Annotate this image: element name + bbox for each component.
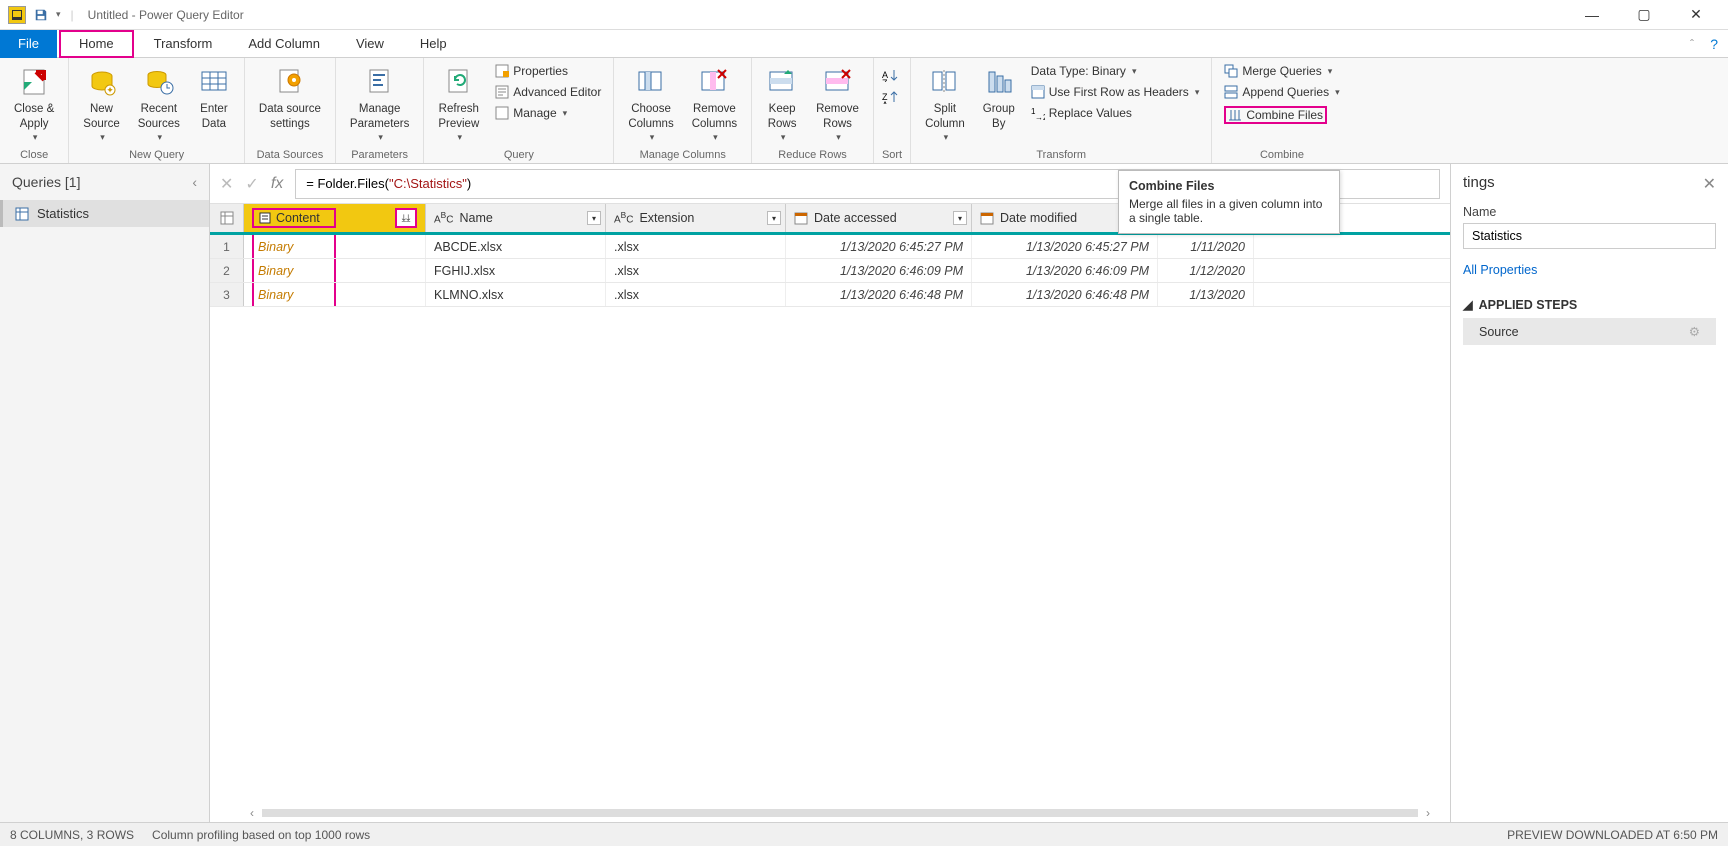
choose-columns-button[interactable]: Choose Columns▾ bbox=[622, 62, 679, 148]
scroll-right-icon[interactable]: › bbox=[1426, 806, 1430, 820]
collapse-ribbon-icon[interactable]: ˆ bbox=[1690, 37, 1694, 51]
combine-files-button[interactable]: Combine Files bbox=[1220, 104, 1343, 126]
datetime-type-icon bbox=[980, 211, 994, 225]
svg-text:Z: Z bbox=[882, 78, 888, 82]
title-bar: ▾ | Untitled - Power Query Editor — ▢ ✕ bbox=[0, 0, 1728, 30]
tab-transform[interactable]: Transform bbox=[136, 30, 231, 58]
properties-button[interactable]: Properties bbox=[491, 62, 605, 80]
query-settings-panel: ✕ tings Name All Properties ◢APPLIED STE… bbox=[1450, 164, 1728, 822]
app-icon bbox=[8, 6, 26, 24]
table-row[interactable]: 1 Binary ABCDE.xlsx .xlsx 1/13/2020 6:45… bbox=[210, 235, 1450, 259]
data-source-settings-button[interactable]: Data source settings bbox=[253, 62, 327, 136]
replace-values-button[interactable]: 1→2Replace Values bbox=[1027, 104, 1204, 122]
queries-header-label: Queries [1] bbox=[12, 174, 80, 190]
tab-view[interactable]: View bbox=[338, 30, 402, 58]
gear-icon[interactable]: ⚙ bbox=[1689, 324, 1700, 339]
remove-rows-button[interactable]: Remove Rows▾ bbox=[810, 62, 865, 148]
tab-home[interactable]: Home bbox=[59, 30, 134, 58]
col-header-content[interactable]: Content ⤓⤓ bbox=[244, 204, 426, 232]
keep-rows-button[interactable]: Keep Rows▾ bbox=[760, 62, 804, 148]
name-label: Name bbox=[1463, 205, 1716, 219]
sort-asc-button[interactable]: AZ bbox=[882, 68, 900, 82]
scroll-left-icon[interactable]: ‹ bbox=[250, 806, 254, 820]
minimize-button[interactable]: — bbox=[1578, 5, 1606, 25]
applied-step-source[interactable]: Source ⚙ bbox=[1463, 318, 1716, 345]
filter-ext-icon[interactable]: ▾ bbox=[767, 211, 781, 225]
ribbon-tabs: File Home Transform Add Column View Help… bbox=[0, 30, 1728, 58]
close-settings-icon[interactable]: ✕ bbox=[1703, 174, 1716, 194]
first-row-headers-button[interactable]: Use First Row as Headers▾ bbox=[1027, 83, 1204, 101]
fx-icon[interactable]: fx bbox=[271, 175, 283, 193]
status-profiling: Column profiling based on top 1000 rows bbox=[152, 828, 370, 842]
status-preview-time: PREVIEW DOWNLOADED AT 6:50 PM bbox=[1507, 828, 1718, 842]
group-by-button[interactable]: Group By bbox=[977, 62, 1021, 136]
data-grid: Content ⤓⤓ ABCName▾ ABCExtension▾ Date a… bbox=[210, 204, 1450, 822]
status-columns-rows: 8 COLUMNS, 3 ROWS bbox=[10, 828, 134, 842]
grid-corner-button[interactable] bbox=[210, 204, 244, 232]
advanced-editor-button[interactable]: Advanced Editor bbox=[491, 83, 605, 101]
qat-dropdown-icon[interactable]: ▾ bbox=[56, 9, 61, 20]
table-row[interactable]: 3 Binary KLMNO.xlsx .xlsx 1/13/2020 6:46… bbox=[210, 283, 1450, 307]
append-queries-button[interactable]: Append Queries▾ bbox=[1220, 83, 1343, 101]
ribbon: Close & Apply▾ Close ✦ New Source▾ Recen… bbox=[0, 58, 1728, 164]
sort-desc-button[interactable]: ZA bbox=[882, 90, 900, 104]
svg-text:→2: →2 bbox=[1035, 113, 1045, 120]
merge-queries-button[interactable]: Merge Queries▾ bbox=[1220, 62, 1343, 80]
col-header-date-accessed[interactable]: Date accessed▾ bbox=[786, 204, 972, 232]
accept-formula-icon[interactable]: ✓ bbox=[245, 174, 258, 194]
enter-data-button[interactable]: Enter Data bbox=[192, 62, 236, 136]
applied-steps-header: ◢APPLIED STEPS bbox=[1463, 297, 1716, 312]
horizontal-scrollbar[interactable]: ‹ › bbox=[250, 804, 1430, 822]
collapse-queries-icon[interactable]: ‹ bbox=[192, 174, 197, 190]
help-icon[interactable]: ? bbox=[1710, 36, 1718, 52]
remove-columns-button[interactable]: Remove Columns▾ bbox=[686, 62, 743, 148]
maximize-button[interactable]: ▢ bbox=[1630, 5, 1658, 25]
window-title: Untitled - Power Query Editor bbox=[88, 8, 244, 22]
col-header-extension[interactable]: ABCExtension▾ bbox=[606, 204, 786, 232]
data-type-button[interactable]: Data Type: Binary▾ bbox=[1027, 62, 1204, 80]
datetime-type-icon bbox=[794, 211, 808, 225]
save-icon[interactable] bbox=[32, 6, 50, 24]
recent-sources-button[interactable]: Recent Sources▾ bbox=[132, 62, 186, 148]
col-header-name[interactable]: ABCName▾ bbox=[426, 204, 606, 232]
all-properties-link[interactable]: All Properties bbox=[1463, 263, 1716, 277]
cancel-formula-icon[interactable]: ✕ bbox=[220, 174, 233, 194]
query-name-input[interactable] bbox=[1463, 223, 1716, 249]
refresh-preview-button[interactable]: Refresh Preview▾ bbox=[432, 62, 485, 148]
split-column-button[interactable]: Split Column▾ bbox=[919, 62, 971, 148]
filter-name-icon[interactable]: ▾ bbox=[587, 211, 601, 225]
close-window-button[interactable]: ✕ bbox=[1682, 5, 1710, 25]
tab-add-column[interactable]: Add Column bbox=[230, 30, 338, 58]
filter-dateacc-icon[interactable]: ▾ bbox=[953, 211, 967, 225]
tab-file[interactable]: File bbox=[0, 30, 57, 58]
close-apply-button[interactable]: Close & Apply▾ bbox=[8, 62, 60, 148]
tooltip-combine-files: Combine Files Merge all files in a given… bbox=[1118, 170, 1340, 234]
manage-parameters-button[interactable]: Manage Parameters▾ bbox=[344, 62, 415, 148]
svg-text:A: A bbox=[882, 100, 888, 104]
binary-type-icon bbox=[258, 211, 272, 225]
table-row[interactable]: 2 Binary FGHIJ.xlsx .xlsx 1/13/2020 6:46… bbox=[210, 259, 1450, 283]
expand-content-icon[interactable]: ⤓⤓ bbox=[395, 208, 417, 228]
query-item-statistics[interactable]: Statistics bbox=[0, 200, 209, 227]
status-bar: 8 COLUMNS, 3 ROWS Column profiling based… bbox=[0, 822, 1728, 846]
manage-button[interactable]: Manage▾ bbox=[491, 104, 605, 122]
tab-help[interactable]: Help bbox=[402, 30, 465, 58]
settings-heading: tings bbox=[1463, 174, 1716, 191]
svg-text:✦: ✦ bbox=[106, 85, 114, 95]
new-source-button[interactable]: ✦ New Source▾ bbox=[77, 62, 125, 148]
queries-panel: Queries [1] ‹ Statistics bbox=[0, 164, 210, 822]
